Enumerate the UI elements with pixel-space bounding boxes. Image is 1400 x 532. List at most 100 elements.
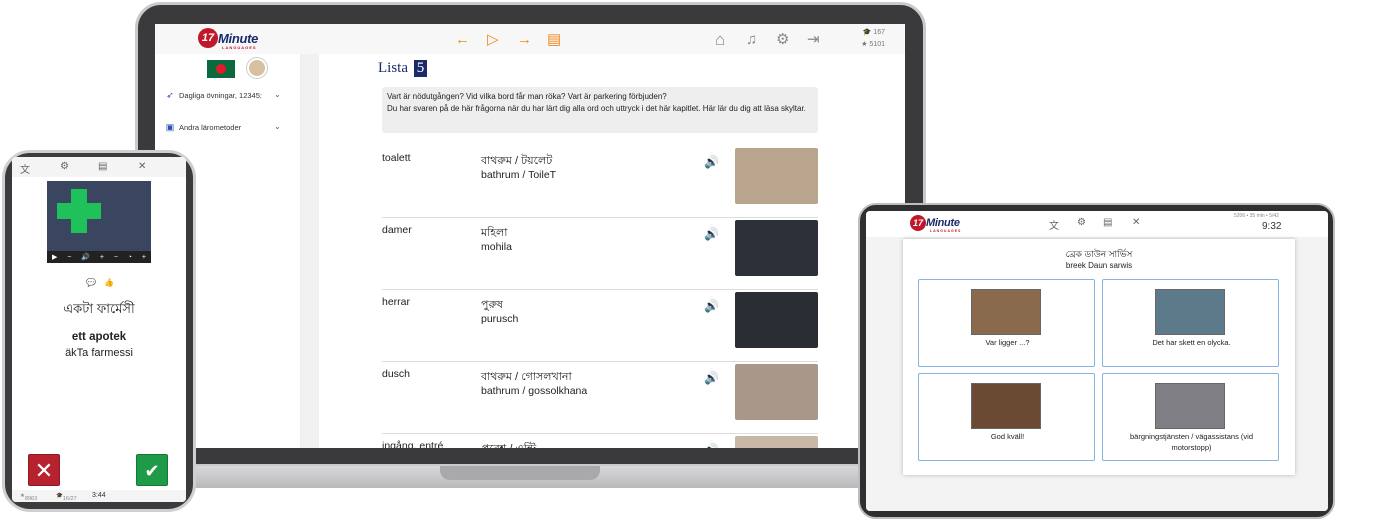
- vocab-image: [735, 292, 818, 348]
- flashcard-icon[interactable]: ▤: [547, 32, 561, 47]
- vocab-row: toalett বাথরুম / টয়লেট bathrum / ToileT 🔊: [382, 146, 818, 218]
- correct-button[interactable]: ✔: [136, 454, 168, 486]
- sidebar-item-label: Dagliga övningar, 12345:: [179, 91, 262, 100]
- sidebar-item-other-methods[interactable]: ▣ Andra lärometoder ⌄: [161, 122, 301, 133]
- answer-option[interactable]: God kväll!: [918, 373, 1095, 461]
- bengali-word: প্রবেশ / এন্ট্রি: [481, 440, 536, 448]
- play-icon[interactable]: ▶: [52, 253, 57, 261]
- home-icon[interactable]: ⌂: [715, 31, 725, 48]
- brand-logo[interactable]: 17 Minute LANGUAGES: [910, 215, 962, 233]
- page-title: Lista 5: [378, 60, 428, 77]
- question-translit: breek Daun sarwis: [1065, 261, 1133, 270]
- flashcard-icon[interactable]: ▤: [98, 161, 107, 172]
- speaker-icon[interactable]: 🔊: [704, 443, 719, 448]
- intro-line-2: Du har svaren på de här frågorna när du …: [387, 104, 806, 113]
- plus-icon[interactable]: +: [142, 254, 146, 261]
- logo-word: Minute: [926, 217, 960, 229]
- hats-count: 16/27: [62, 496, 77, 502]
- speed-icon[interactable]: ◔: [128, 254, 132, 261]
- timer: 3:44: [92, 492, 106, 499]
- chevron-down-icon: ⌄: [274, 90, 281, 99]
- settings-icon[interactable]: ⚙: [776, 32, 789, 47]
- laptop-screen: 17 Minute LANGUAGES ← ▷ → ▤ ⌂ ♫ ⚙ ⇥ 🎓 16…: [155, 24, 905, 448]
- transliteration: mohila: [481, 241, 512, 253]
- option-image: [971, 383, 1041, 429]
- volume-icon[interactable]: 🔊: [81, 253, 90, 261]
- score-stats: 🎓 167 ★ 5101: [861, 29, 885, 48]
- comment-icon[interactable]: 💬: [86, 278, 96, 287]
- flashcard-icon[interactable]: ▤: [1103, 217, 1112, 228]
- bangladesh-flag-icon[interactable]: [207, 60, 235, 78]
- transliteration: purusch: [481, 313, 519, 325]
- translate-icon[interactable]: 文: [1049, 217, 1059, 232]
- minus-icon[interactable]: −: [114, 254, 118, 261]
- logo-sub: LANGUAGES: [222, 45, 257, 50]
- logo-sub: LANGUAGES: [930, 229, 962, 233]
- speaker-icon[interactable]: 🔊: [704, 299, 719, 313]
- plus-icon[interactable]: +: [100, 254, 104, 261]
- sidebar-gutter: [301, 54, 319, 448]
- vocab-image: [735, 364, 818, 420]
- rocket-icon: ➶: [166, 90, 174, 100]
- intro-line-1: Vart är nödutgången? Vid vilka bord får …: [387, 92, 667, 101]
- logout-icon[interactable]: ⇥: [807, 32, 820, 47]
- option-image: [1155, 289, 1225, 335]
- option-label: Var ligger ...?: [985, 338, 1030, 347]
- settings-icon[interactable]: ⚙: [60, 161, 69, 172]
- option-label: bärgningstjänsten / vägassistans (vid mo…: [1130, 432, 1253, 452]
- pharmacy-cross: [57, 189, 101, 233]
- translate-icon[interactable]: 文: [20, 161, 30, 176]
- pharmacy-image: [47, 181, 151, 251]
- swedish-word: dusch: [382, 368, 411, 380]
- answer-option[interactable]: Det har skett en olycka.: [1102, 279, 1279, 367]
- list-label: Lista: [378, 60, 408, 76]
- swedish-word: ett apotek: [71, 331, 127, 343]
- swedish-word: ingång, entré: [382, 440, 444, 448]
- wrong-button[interactable]: ✕: [28, 454, 60, 486]
- logo-number: 17: [910, 215, 926, 231]
- chevron-down-icon: ⌄: [274, 122, 281, 131]
- vocab-row: ingång, entré প্রবেশ / এন্ট্রি 🔊: [382, 434, 818, 448]
- option-image: [1155, 383, 1225, 429]
- no-translate-icon[interactable]: ✕: [1132, 217, 1140, 228]
- avatar[interactable]: [247, 58, 267, 78]
- answer-option[interactable]: bärgningstjänsten / vägassistans (vid mo…: [1102, 373, 1279, 461]
- music-icon[interactable]: ♫: [746, 32, 757, 47]
- sidebar-item-label: Andra lärometoder: [179, 123, 242, 132]
- settings-icon[interactable]: ⚙: [1077, 217, 1086, 228]
- play-icon[interactable]: ▷: [487, 32, 499, 47]
- option-label: Det har skett en olycka.: [1152, 338, 1231, 347]
- stage: 17 Minute LANGUAGES ← ▷ → ▤ ⌂ ♫ ⚙ ⇥ 🎓 16…: [0, 0, 1400, 532]
- speaker-icon[interactable]: 🔊: [704, 371, 719, 385]
- quiz-question: ব্রেক ডাউন সার্ভিস breek Daun sarwis: [903, 248, 1295, 272]
- phone-screen: 文 ⚙ ▤ ✕ ▶ − 🔊 + − ◔ + 💬 👍 একটা ফার্মেসী …: [12, 157, 186, 502]
- back-arrow-icon[interactable]: ←: [455, 32, 470, 47]
- vocab-row: herrar পুরুষ purusch 🔊: [382, 290, 818, 362]
- swedish-word: toalett: [382, 152, 411, 164]
- speaker-icon[interactable]: 🔊: [704, 227, 719, 241]
- answer-option[interactable]: Var ligger ...?: [918, 279, 1095, 367]
- minus-icon[interactable]: −: [67, 254, 71, 261]
- thumbs-icon[interactable]: 👍: [104, 278, 114, 287]
- transliteration: bathrum / ToileT: [481, 169, 557, 181]
- lesson-main: Lista 5 Vart är nödutgången? Vid vilka b…: [319, 54, 905, 448]
- logo-number: 17: [198, 28, 218, 48]
- tablet-toolbar: 17 Minute LANGUAGES 文 ⚙ ▤ ✕ 5206 • 35 mi…: [866, 211, 1328, 237]
- option-image: [971, 289, 1041, 335]
- swedish-word: damer: [382, 224, 412, 236]
- sidebar-item-daily[interactable]: ➶ Dagliga övningar, 12345: ⌄: [161, 90, 301, 101]
- brand-logo[interactable]: 17 Minute LANGUAGES: [198, 28, 258, 50]
- tablet-stats: 5206 • 35 min • 5/42: [1234, 213, 1279, 219]
- chapter-intro: Vart är nödutgången? Vid vilka bord får …: [382, 87, 818, 133]
- stars-count: 8963: [24, 496, 38, 502]
- no-translate-icon[interactable]: ✕: [138, 161, 146, 172]
- transliteration: äkTa farmessi: [65, 347, 133, 359]
- phone-footer: ★ 8963 🎓 16/27 3:44: [12, 490, 186, 502]
- option-label: God kväll!: [990, 432, 1025, 441]
- vocab-image: [735, 220, 818, 276]
- forward-arrow-icon[interactable]: →: [517, 32, 532, 47]
- book-icon: ▣: [165, 122, 175, 132]
- question-bengali: ব্রেক ডাউন সার্ভিস: [1065, 249, 1133, 259]
- speaker-icon[interactable]: 🔊: [704, 155, 719, 169]
- tablet-screen: 17 Minute LANGUAGES 文 ⚙ ▤ ✕ 5206 • 35 mi…: [866, 211, 1328, 511]
